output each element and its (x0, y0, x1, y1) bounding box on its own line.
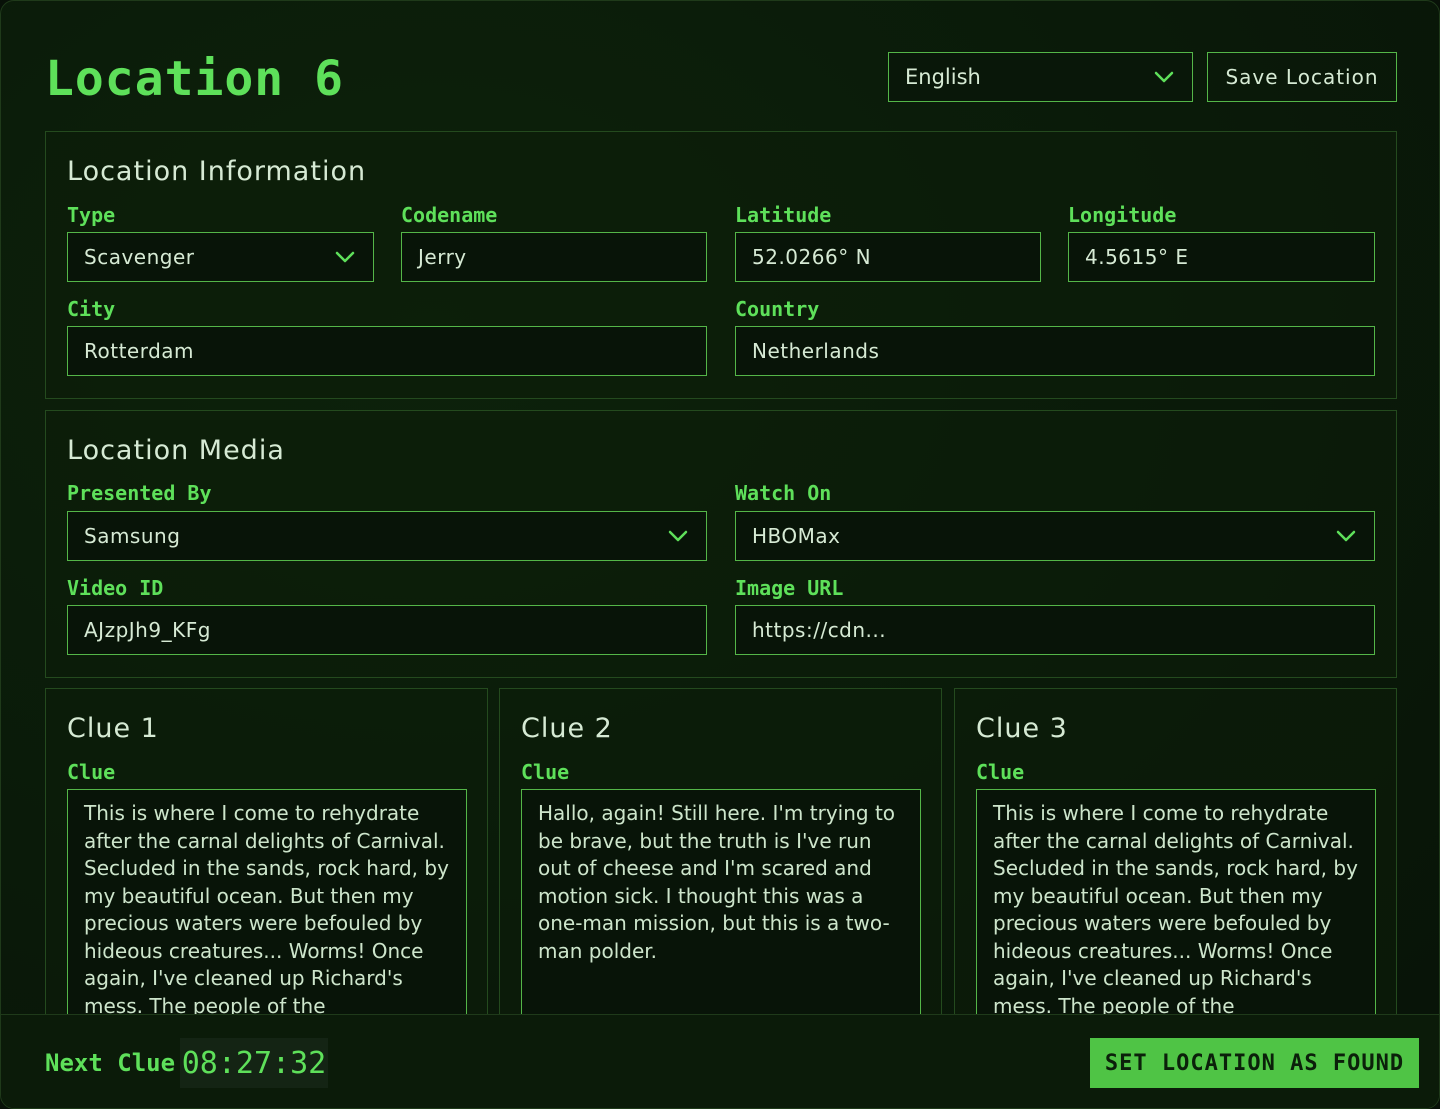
latitude-field[interactable]: 52.0266° N (735, 232, 1041, 282)
page-title: Location 6 (45, 51, 344, 107)
presented-by-select[interactable]: Samsung (67, 511, 707, 561)
next-clue-label: Next Clue (45, 1049, 176, 1077)
city-field[interactable]: Rotterdam (67, 326, 707, 376)
chevron-down-icon (1154, 71, 1174, 83)
country-label: Country (735, 297, 820, 321)
video-id-label: Video ID (67, 576, 164, 600)
location-information-title: Location Information (67, 156, 367, 187)
save-location-button[interactable]: Save Location (1207, 52, 1397, 102)
type-label: Type (67, 203, 116, 227)
video-id-field[interactable]: AJzpJh9_KFg (67, 605, 707, 655)
codename-field[interactable]: Jerry (401, 232, 707, 282)
clue-2-textarea[interactable]: Hallo, again! Still here. I'm trying to … (521, 789, 921, 1029)
clue-2-title: Clue 2 (521, 713, 613, 744)
country-field[interactable]: Netherlands (735, 326, 1375, 376)
longitude-label: Longitude (1068, 203, 1177, 227)
chevron-down-icon (668, 530, 688, 542)
clue-1-title: Clue 1 (67, 713, 159, 744)
presented-by-value: Samsung (84, 524, 181, 548)
latitude-label: Latitude (735, 203, 832, 227)
next-clue-timer: 08:27:32 (180, 1038, 328, 1088)
image-url-label: Image URL (735, 576, 844, 600)
clue-1-label: Clue (67, 760, 116, 784)
city-label: City (67, 297, 116, 321)
type-select-value: Scavenger (84, 245, 195, 269)
clue-3-textarea[interactable]: This is where I come to rehydrate after … (976, 789, 1376, 1029)
clue-3-title: Clue 3 (976, 713, 1068, 744)
app-window: Location 6 English Save Location Locatio… (0, 0, 1440, 1109)
longitude-field[interactable]: 4.5615° E (1068, 232, 1375, 282)
set-location-found-button[interactable]: SET LOCATION AS FOUND (1090, 1038, 1419, 1088)
watch-on-label: Watch On (735, 481, 832, 505)
location-media-title: Location Media (67, 435, 285, 466)
presented-by-label: Presented By (67, 481, 212, 505)
clue-2-label: Clue (521, 760, 570, 784)
chevron-down-icon (335, 251, 355, 263)
codename-label: Codename (401, 203, 498, 227)
language-select-value: English (905, 65, 981, 89)
language-select[interactable]: English (888, 52, 1193, 102)
chevron-down-icon (1336, 530, 1356, 542)
watch-on-value: HBOMax (752, 524, 841, 548)
clue-1-textarea[interactable]: This is where I come to rehydrate after … (67, 789, 467, 1029)
clue-3-label: Clue (976, 760, 1025, 784)
image-url-field[interactable]: https://cdn... (735, 605, 1375, 655)
type-select[interactable]: Scavenger (67, 232, 374, 282)
watch-on-select[interactable]: HBOMax (735, 511, 1375, 561)
